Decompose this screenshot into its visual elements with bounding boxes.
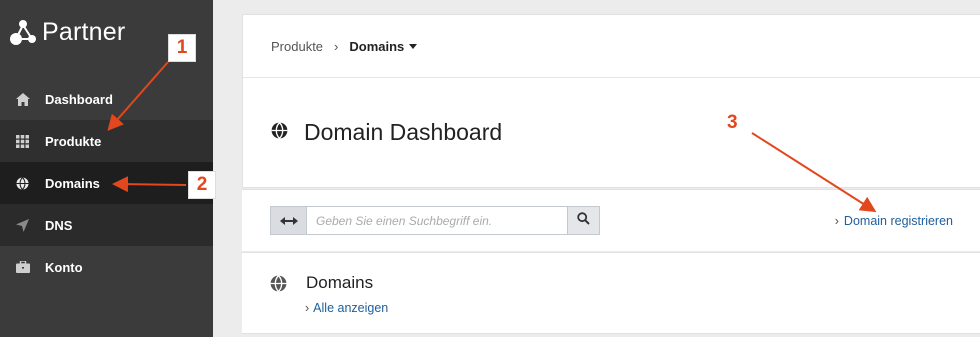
annotation-badge-1: 1 — [168, 34, 196, 62]
annotation-badge-3: 3 — [727, 112, 738, 133]
breadcrumb-parent[interactable]: Produkte — [271, 39, 323, 54]
caret-down-icon[interactable] — [409, 43, 418, 49]
main-content: Produkte › Domains Domain Dashboard Gebe… — [242, 14, 980, 334]
sidebar-item-konto[interactable]: Konto — [0, 246, 213, 288]
breadcrumb-current[interactable]: Domains — [349, 39, 404, 54]
show-all-label: Alle anzeigen — [313, 301, 389, 315]
chevron-right-icon: › — [834, 214, 839, 228]
app-title: Partner — [42, 17, 126, 46]
globe-icon — [270, 275, 287, 297]
expand-horizontal-icon[interactable] — [270, 206, 306, 235]
domains-panel: Domains › Alle anzeigen — [242, 252, 980, 334]
search-button[interactable] — [568, 206, 600, 235]
domains-title: Domains — [306, 273, 374, 292]
briefcase-icon — [0, 261, 45, 273]
sidebar-item-dns[interactable]: DNS — [0, 204, 213, 246]
globe-icon — [0, 176, 45, 190]
sidebar-item-label: Dashboard — [45, 91, 113, 107]
breadcrumb: Produkte › Domains — [243, 15, 980, 77]
page-header: Domain Dashboard — [243, 77, 980, 187]
breadcrumb-separator-icon: › — [334, 38, 339, 54]
sidebar-item-label: Domains — [45, 175, 100, 191]
search-icon — [577, 211, 590, 230]
sidebar-item-produkte[interactable]: Produkte — [0, 120, 213, 162]
sidebar-item-label: Produkte — [45, 133, 102, 149]
annotation-badge-2: 2 — [188, 171, 216, 199]
search-toolbar: › Domain registrieren — [242, 189, 980, 251]
sidebar-item-label: DNS — [45, 217, 73, 233]
navigation-arrow-icon — [0, 218, 45, 232]
home-icon — [0, 92, 45, 106]
search-input[interactable] — [306, 206, 568, 235]
search-group — [270, 206, 600, 235]
sidebar-item-label: Konto — [45, 259, 83, 275]
register-domain-label: Domain registrieren — [843, 214, 953, 228]
globe-icon — [271, 121, 288, 144]
register-domain-link[interactable]: › Domain registrieren — [835, 214, 953, 228]
grid-icon — [0, 134, 45, 148]
show-all-link[interactable]: › Alle anzeigen — [305, 301, 388, 315]
chevron-right-icon: › — [305, 301, 310, 315]
page-title: Domain Dashboard — [304, 119, 503, 145]
logo-mark-icon — [8, 15, 42, 49]
header-card: Produkte › Domains Domain Dashboard — [242, 14, 980, 188]
sidebar-item-dashboard[interactable]: Dashboard — [0, 78, 213, 120]
sidebar-nav: Dashboard Produkte Domains DNS Konto — [0, 78, 213, 288]
sidebar-item-domains[interactable]: Domains — [0, 162, 213, 204]
partner-logo[interactable]: Partner — [8, 14, 125, 50]
